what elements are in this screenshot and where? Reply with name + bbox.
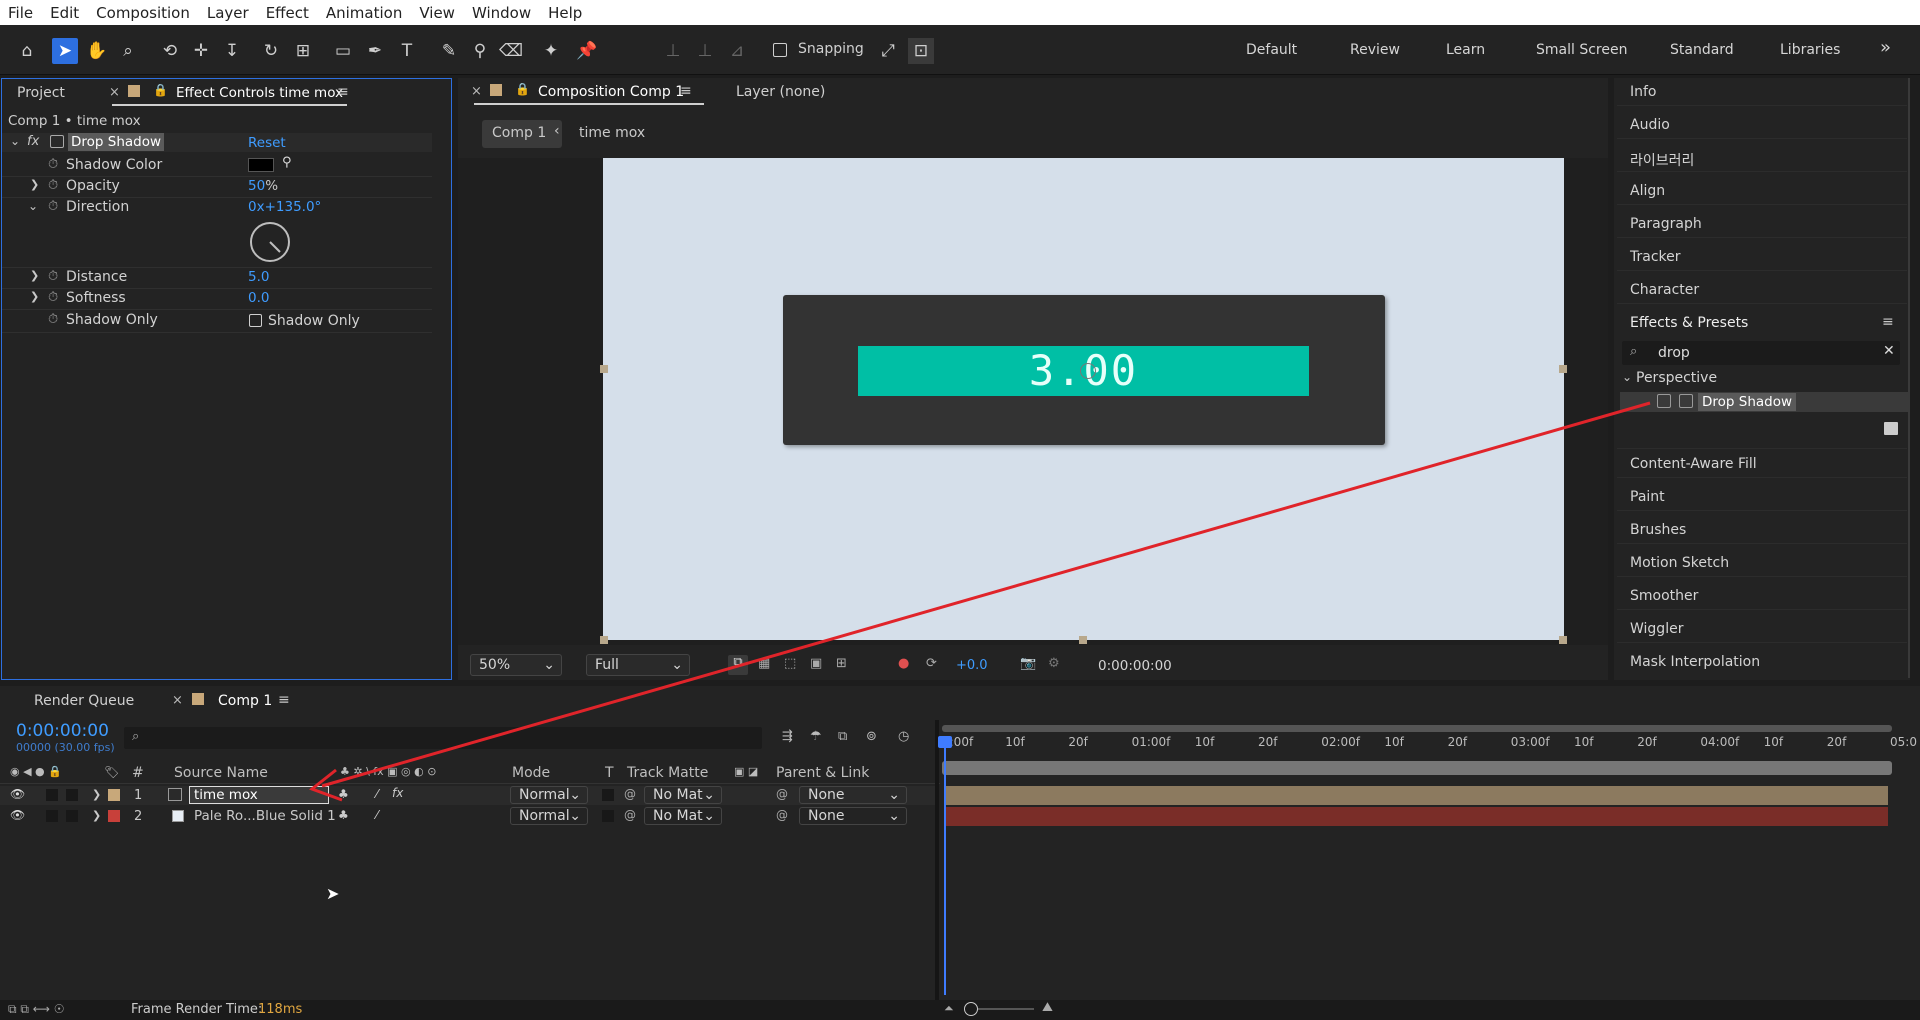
- annotation-arrow: [308, 401, 1651, 802]
- arrow-shaft: [321, 401, 1651, 788]
